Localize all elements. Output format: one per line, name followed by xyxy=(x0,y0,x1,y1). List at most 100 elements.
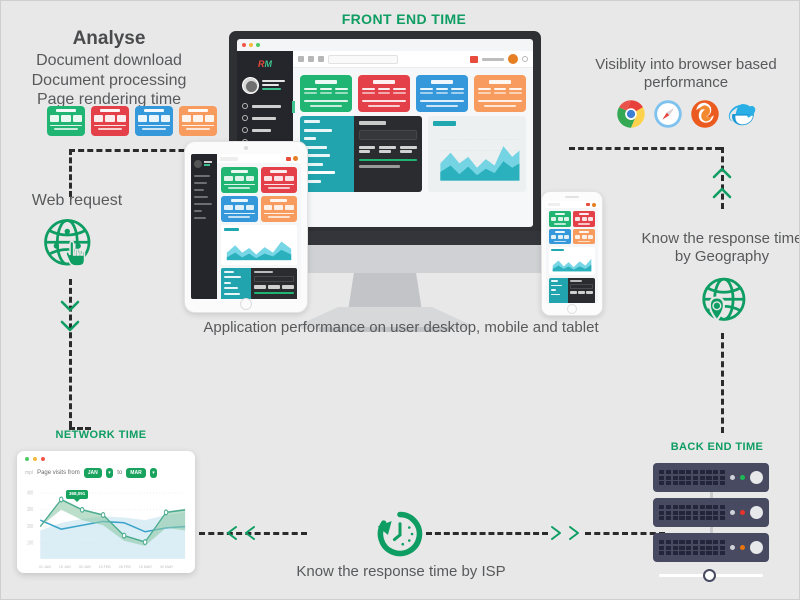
front-end-time-heading: FRONT END TIME xyxy=(341,11,467,27)
quick-view-search-input[interactable] xyxy=(358,130,418,140)
safari-icon xyxy=(653,99,683,134)
tablet-visits-chart xyxy=(221,225,297,265)
server-3-led-status xyxy=(740,545,745,550)
phone-notification-badge[interactable] xyxy=(586,203,590,206)
phone-card-1 xyxy=(549,211,571,227)
phone-quick-view xyxy=(568,278,595,303)
from-month-select-value[interactable]: JAN xyxy=(83,468,102,478)
stat-cards-row xyxy=(293,68,533,116)
chevron-left-icon-2 xyxy=(243,524,257,542)
browser-block-line-1: Visiblity into browser based xyxy=(595,56,777,73)
to-month-select-value[interactable]: MAR xyxy=(126,468,146,478)
user-menu-label[interactable] xyxy=(482,57,504,61)
rum-logo: RM xyxy=(237,53,293,73)
network-dot-green[interactable] xyxy=(25,457,29,461)
tablet-country-list[interactable] xyxy=(221,267,252,299)
server-1-led-status xyxy=(740,475,745,480)
connector-top-right-horizontal xyxy=(569,147,721,150)
network-chart-card: mpl Page visits from JAN ▾ to MAR ▾ 400 3… xyxy=(17,451,195,573)
slider-handle[interactable] xyxy=(703,569,716,582)
dashboard-main xyxy=(293,51,533,226)
sidebar-user-lines xyxy=(262,79,289,92)
phone-home-button[interactable] xyxy=(567,304,577,314)
network-dot-yellow[interactable] xyxy=(33,457,37,461)
chart-tooltip: 368,091 xyxy=(66,490,89,501)
phone-body xyxy=(541,191,603,316)
server-1-led-idle xyxy=(730,475,735,480)
visits-area-chart xyxy=(433,131,521,185)
phone-card-2 xyxy=(573,211,595,227)
tablet-lower-panels xyxy=(221,267,297,299)
quick-view-title xyxy=(358,121,386,125)
sidebar-item-email[interactable] xyxy=(237,124,293,136)
tablet-main xyxy=(217,154,301,299)
server-3-power-knob[interactable] xyxy=(750,541,763,554)
chevron-up-icon-2 xyxy=(711,186,733,200)
window-close-dot[interactable] xyxy=(242,43,246,47)
window-maximize-dot[interactable] xyxy=(256,43,260,47)
topbar-avatar[interactable] xyxy=(508,54,518,64)
server-1-power-knob[interactable] xyxy=(750,471,763,484)
tablet-card-3 xyxy=(221,196,258,222)
tablet-quick-view xyxy=(251,267,297,299)
phone-avatar[interactable] xyxy=(592,202,596,207)
network-chart-label: Page visits from xyxy=(37,470,80,476)
network-to-label: to xyxy=(117,470,123,476)
tablet-home-button[interactable] xyxy=(240,298,252,310)
network-time-chart-panel: mpl Page visits from JAN ▾ to MAR ▾ 400 3… xyxy=(17,451,195,573)
phone-lower-panels xyxy=(549,278,595,303)
infographic-canvas: FRONT END TIME NETWORK TIME BACK END TIM… xyxy=(0,0,800,600)
tablet-screen xyxy=(191,154,301,299)
phone-quick-search[interactable] xyxy=(570,284,593,289)
refresh-icon[interactable] xyxy=(308,56,314,62)
to-month-chevron-down-icon[interactable]: ▾ xyxy=(149,468,158,478)
server-2-power-knob[interactable] xyxy=(750,506,763,519)
phone-topbar xyxy=(546,201,598,208)
tablet-card-2 xyxy=(260,167,297,193)
back-end-time-heading: BACK END TIME xyxy=(670,441,764,453)
x-tick-1: 01 JAN xyxy=(39,565,51,569)
grid-icon[interactable] xyxy=(318,56,324,62)
server-unit-2 xyxy=(653,498,769,533)
notification-badge[interactable] xyxy=(470,55,478,63)
network-dot-red[interactable] xyxy=(41,457,45,461)
sidebar-item-dashboard[interactable] xyxy=(237,100,295,113)
sidebar-item-widgets[interactable] xyxy=(237,112,293,124)
search-input[interactable] xyxy=(328,54,398,64)
tablet-nav[interactable] xyxy=(191,171,217,228)
server-2-led-status xyxy=(740,510,745,515)
country-list[interactable] xyxy=(300,116,354,192)
mobile-phone-device xyxy=(541,191,603,316)
gear-icon[interactable] xyxy=(522,56,528,62)
window-minimize-dot[interactable] xyxy=(249,43,253,47)
svg-text:400: 400 xyxy=(27,490,34,496)
chrome-icon xyxy=(616,99,646,134)
from-month-chevron-down-icon[interactable]: ▾ xyxy=(105,468,114,478)
server-unit-3 xyxy=(653,533,769,562)
stat-card-overall-status xyxy=(300,75,352,112)
network-area-chart: 400 300 200 100 368,091 xyxy=(25,484,187,564)
menu-icon[interactable] xyxy=(298,56,304,62)
geography-line-1: Know the response time xyxy=(641,230,800,247)
chevron-left-icon-1 xyxy=(225,524,239,542)
tablet-sidebar xyxy=(191,154,217,299)
mini-card-out-of-total xyxy=(179,106,217,136)
browser-block: Visiblity into browser based performance xyxy=(573,56,799,134)
server-unit-1 xyxy=(653,463,769,498)
tablet-notification-badge[interactable] xyxy=(286,156,291,161)
isp-label: Know the response time by ISP xyxy=(296,563,506,580)
firefox-icon xyxy=(690,99,720,134)
server-slider[interactable] xyxy=(653,568,769,582)
phone-country-list[interactable] xyxy=(549,278,569,303)
geography-quickview-panel xyxy=(300,116,423,192)
stat-card-overall-value xyxy=(358,75,410,112)
mini-card-overall-value xyxy=(91,106,129,136)
tablet-avatar[interactable] xyxy=(293,156,298,161)
tablet-quick-search[interactable] xyxy=(254,276,294,282)
x-tick-4: 15 FEB xyxy=(98,565,111,569)
server-vents-3 xyxy=(659,540,725,555)
tablet-card-4 xyxy=(260,196,297,222)
analyse-title: Analyse xyxy=(72,28,146,49)
server-2-led-idle xyxy=(730,510,735,515)
network-chart-controls: mpl Page visits from JAN ▾ to MAR ▾ xyxy=(25,468,187,478)
